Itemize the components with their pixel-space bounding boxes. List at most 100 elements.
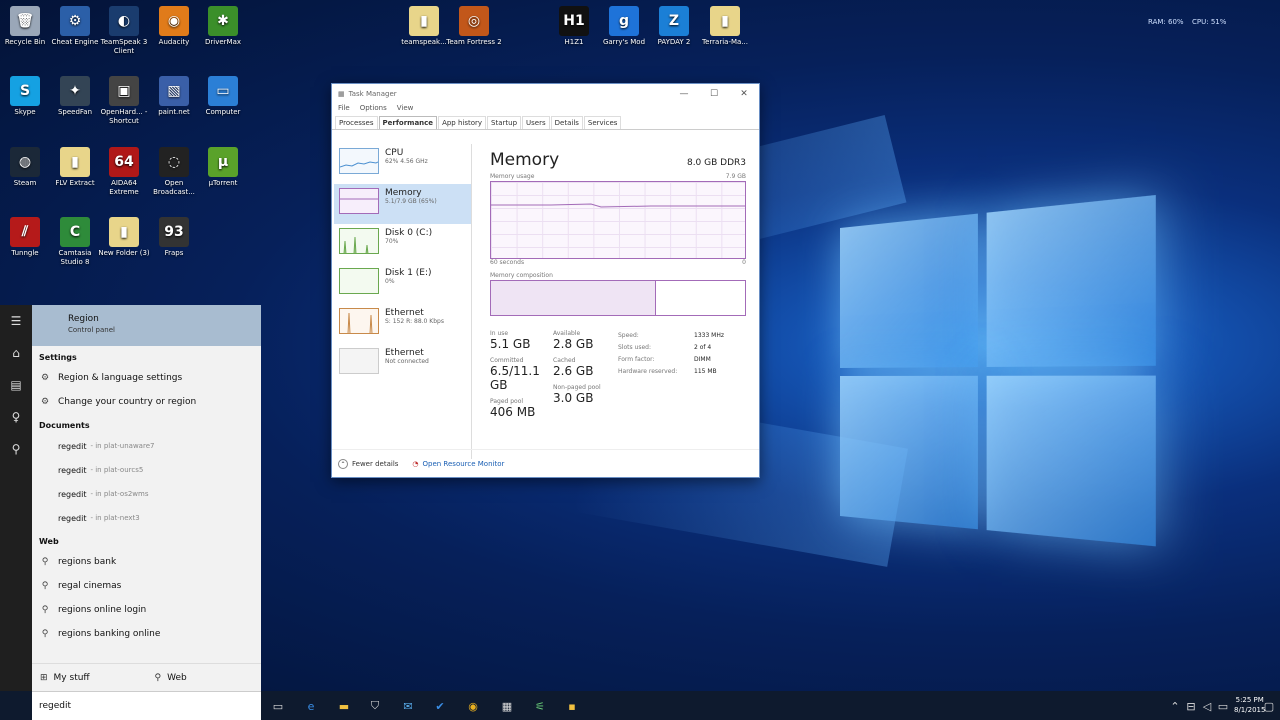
menu-view[interactable]: View	[397, 104, 414, 116]
store-icon[interactable]: ⛉	[368, 699, 382, 713]
desktop-icon[interactable]: 93 Fraps	[146, 217, 202, 258]
desktop-icon[interactable]: ✱ DriverMax	[195, 6, 251, 47]
web-header: Web	[39, 537, 59, 546]
web-button[interactable]: ⚲ Web	[147, 664, 262, 691]
memory-type: 8.0 GB DDR3	[686, 158, 746, 168]
desktop-icon-label: paint.net	[158, 108, 190, 116]
document-result[interactable]: regedit - in plat-unaware7	[32, 434, 261, 458]
edge-icon[interactable]: e	[304, 699, 318, 713]
desktop-icon[interactable]: Z PAYDAY 2	[646, 6, 702, 47]
hamburger-icon[interactable]: ☰	[0, 305, 32, 337]
network-icon[interactable]: ⊟	[1184, 699, 1198, 713]
search-results-panel: Region Control panel Settings ⚙ Region & …	[32, 305, 261, 691]
sidebar-item-ethernet[interactable]: Ethernet S: 152 R: 88.0 Kbps	[334, 304, 471, 344]
setting-region-language[interactable]: ⚙ Region & language settings	[32, 366, 261, 390]
desktop-icon[interactable]: µ µTorrent	[195, 147, 251, 188]
lightbulb-icon[interactable]: ♀	[0, 401, 32, 433]
ethernet2-thumbnail-graph	[339, 348, 379, 374]
search-input[interactable]: regedit	[32, 691, 261, 720]
settings-header: Settings	[39, 353, 77, 362]
desktop-icon[interactable]: ⫽ Tunngle	[0, 217, 53, 258]
task-manager-icon: ▦	[338, 90, 345, 98]
minimize-button[interactable]: —	[669, 89, 699, 99]
desktop-icon[interactable]: ◉ Audacity	[146, 6, 202, 47]
desktop-icon[interactable]: ◐ TeamSpeak 3 Client	[96, 6, 152, 56]
tab-details[interactable]: Details	[550, 116, 583, 129]
desktop-icon[interactable]: ◌ Open Broadcast...	[146, 147, 202, 197]
menu-options[interactable]: Options	[360, 104, 387, 116]
desktop-icon[interactable]: ⚙ Cheat Engine	[47, 6, 103, 47]
title-bar[interactable]: ▦ Task Manager — ☐ ✕	[332, 84, 759, 104]
web-result[interactable]: ⚲ regions banking online	[32, 622, 261, 646]
feedback-icon[interactable]: ⚲	[0, 433, 32, 465]
desktop-icon[interactable]: g Garry's Mod	[596, 6, 652, 47]
desktop-icon[interactable]: ◎ Team Fortress 2	[446, 6, 502, 47]
file-explorer-icon[interactable]: ▬	[337, 699, 351, 713]
my-stuff-button[interactable]: ⊞ My stuff	[32, 664, 147, 691]
tab-startup[interactable]: Startup	[487, 116, 522, 129]
desktop-icon[interactable]: ✦ SpeedFan	[47, 76, 103, 117]
slots-value: 2 of 4	[694, 344, 712, 351]
home-icon[interactable]: ⌂	[0, 337, 32, 369]
tab-processes[interactable]: Processes	[335, 116, 378, 129]
sidebar-item-disk1[interactable]: Disk 1 (E:) 0%	[334, 264, 471, 304]
desktop-icon[interactable]: S Skype	[0, 76, 53, 117]
non-paged-pool-label: Non-paged pool	[553, 384, 601, 391]
desktop-icon[interactable]: 🗑 Recycle Bin	[0, 6, 53, 47]
web-result[interactable]: ⚲ regions online login	[32, 598, 261, 622]
tab-app-history[interactable]: App history	[438, 116, 487, 129]
setting-change-country[interactable]: ⚙ Change your country or region	[32, 390, 261, 414]
desktop-icon[interactable]: ▮ teamspeak...	[396, 6, 452, 47]
web-result[interactable]: ⚲ regal cinemas	[32, 574, 261, 598]
chevron-up-icon[interactable]: ⌃	[1168, 699, 1182, 713]
desktop-icon-label: SpeedFan	[57, 108, 93, 116]
best-match-region[interactable]: Region Control panel	[32, 305, 261, 346]
desktop-icon[interactable]: H1 H1Z1	[546, 6, 602, 47]
sidebar-item-memory[interactable]: Memory 5.1/7.9 GB (65%)	[334, 184, 471, 224]
fewer-details-button[interactable]: ⌃ Fewer details	[338, 458, 398, 469]
result-label: regions bank	[58, 557, 117, 567]
task-manager-window[interactable]: ▦ Task Manager — ☐ ✕ File Options View P…	[331, 83, 760, 478]
taskbar-clock[interactable]: 5:25 PM 8/1/2015	[1234, 695, 1265, 715]
desktop-icon[interactable]: C Camtasia Studio 8	[47, 217, 103, 267]
tab-services[interactable]: Services	[583, 116, 622, 129]
action-center-icon[interactable]: ▢	[1262, 699, 1276, 713]
close-button[interactable]: ✕	[729, 89, 759, 99]
cached-value: 2.6 GB	[553, 364, 594, 378]
desktop-icon[interactable]: ◍ Steam	[0, 147, 53, 188]
tab-users[interactable]: Users	[522, 116, 550, 129]
sidebar-item-cpu[interactable]: CPU 62% 4.56 GHz	[334, 144, 471, 184]
desktop-icon[interactable]: 64 AIDA64 Extreme	[96, 147, 152, 197]
task-manager-taskbar-icon[interactable]: ▦	[500, 699, 514, 713]
task-view-icon[interactable]: ▭	[271, 699, 285, 713]
notifications-icon[interactable]: ▭	[1216, 699, 1230, 713]
clock-date: 8/1/2015	[1234, 706, 1266, 714]
app-icon: ▣	[109, 76, 139, 106]
desktop-icon[interactable]: ▧ paint.net	[146, 76, 202, 117]
document-result[interactable]: regedit - in plat-next3	[32, 506, 261, 530]
desktop-icon[interactable]: ▮ FLV Extract	[47, 147, 103, 188]
chrome-icon[interactable]: ◉	[466, 699, 480, 713]
menu-file[interactable]: File	[338, 104, 350, 116]
desktop-icon[interactable]: ▮ New Folder (3)	[96, 217, 152, 258]
app-icon: ▧	[159, 76, 189, 106]
checkmark-app-icon[interactable]: ✔	[433, 699, 447, 713]
sidebar-item-ethernet-2[interactable]: Ethernet Not connected	[334, 344, 471, 384]
notebook-icon[interactable]: ▤	[0, 369, 32, 401]
memory-in-use-segment	[491, 281, 657, 315]
desktop-icon[interactable]: ▭ Computer	[195, 76, 251, 117]
camtasia-taskbar-icon[interactable]: ⚟	[533, 699, 547, 713]
folder-taskbar-icon[interactable]: ▪	[565, 699, 579, 713]
sidebar-item-disk0[interactable]: Disk 0 (C:) 70%	[334, 224, 471, 264]
tab-performance[interactable]: Performance	[378, 116, 438, 129]
web-result[interactable]: ⚲ regions bank	[32, 550, 261, 574]
document-result[interactable]: regedit - in plat-os2wms	[32, 482, 261, 506]
desktop-icon-label: Fraps	[164, 249, 184, 257]
open-resource-monitor-link[interactable]: ◔ Open Resource Monitor	[412, 460, 504, 468]
desktop-icon[interactable]: ▮ Terraria-Ma...	[697, 6, 753, 47]
volume-icon[interactable]: ◁	[1200, 699, 1214, 713]
desktop-icon[interactable]: ▣ OpenHard... - Shortcut	[96, 76, 152, 126]
document-result[interactable]: regedit - in plat-ourcs5	[32, 458, 261, 482]
mail-icon[interactable]: ✉	[401, 699, 415, 713]
maximize-button[interactable]: ☐	[699, 89, 729, 99]
